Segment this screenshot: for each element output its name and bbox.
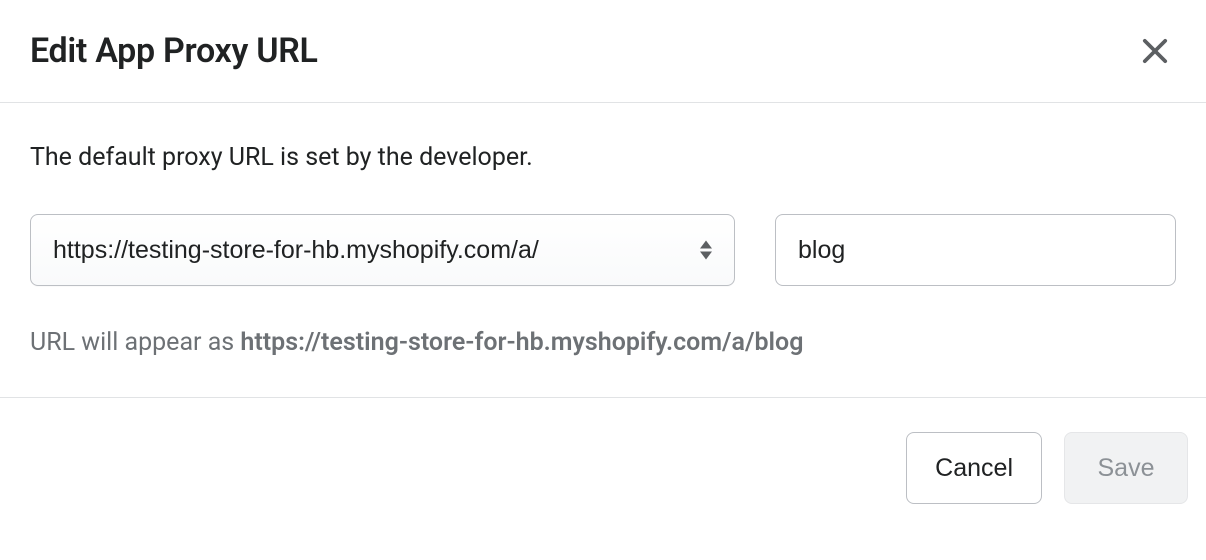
- proxy-prefix-select-wrap: https://testing-store-for-hb.myshopify.c…: [30, 214, 735, 286]
- url-preview-hint: URL will appear as https://testing-store…: [30, 328, 1176, 357]
- dialog-description: The default proxy URL is set by the deve…: [30, 143, 1176, 172]
- proxy-path-input[interactable]: [775, 214, 1176, 286]
- edit-app-proxy-dialog: Edit App Proxy URL The default proxy URL…: [0, 0, 1206, 532]
- hint-prefix: URL will appear as: [30, 328, 240, 357]
- dialog-title: Edit App Proxy URL: [30, 31, 318, 71]
- dialog-body: The default proxy URL is set by the deve…: [0, 103, 1206, 397]
- close-icon: [1138, 34, 1172, 68]
- proxy-prefix-select[interactable]: https://testing-store-for-hb.myshopify.c…: [30, 214, 735, 286]
- close-button[interactable]: [1134, 30, 1176, 72]
- cancel-button[interactable]: Cancel: [906, 432, 1042, 504]
- proxy-url-row: https://testing-store-for-hb.myshopify.c…: [30, 214, 1176, 286]
- hint-url: https://testing-store-for-hb.myshopify.c…: [240, 328, 803, 357]
- dialog-header: Edit App Proxy URL: [0, 0, 1206, 103]
- save-button[interactable]: Save: [1064, 432, 1188, 504]
- dialog-footer: Cancel Save: [0, 397, 1206, 532]
